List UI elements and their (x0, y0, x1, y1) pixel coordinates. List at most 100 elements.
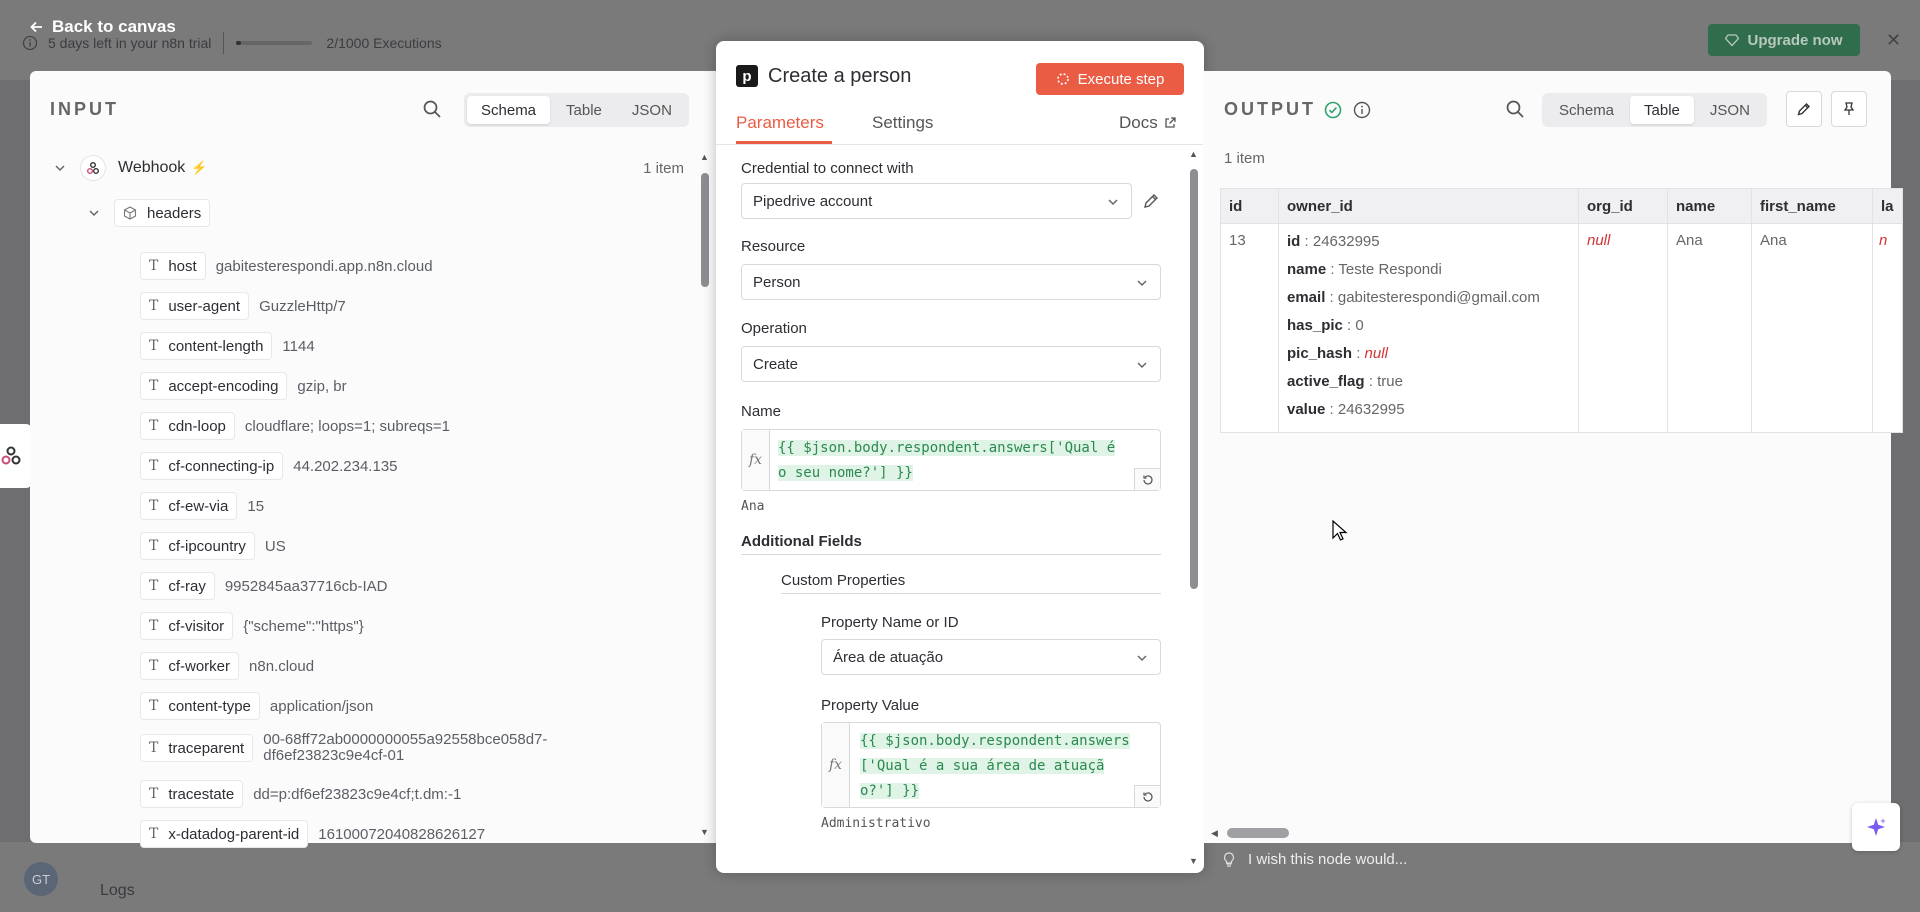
schema-row[interactable]: Tuser-agent GuzzleHttp/7 (140, 292, 346, 320)
field-key-pill[interactable]: Tcf-ray (140, 572, 215, 600)
field-key-pill[interactable]: Taccept-encoding (140, 372, 288, 400)
search-icon[interactable] (422, 99, 442, 119)
schema-row[interactable]: Tcf-ipcountry US (140, 532, 286, 560)
credential-value: Pipedrive account (753, 192, 873, 210)
text-type-icon: T (149, 538, 159, 554)
feedback-link[interactable]: I wish this node would... (1222, 851, 1407, 868)
field-value: n8n.cloud (249, 657, 315, 675)
ai-assistant-button[interactable] (1852, 803, 1900, 851)
schema-row[interactable]: Tcdn-loop cloudflare; loops=1; subreqs=1 (140, 412, 450, 440)
field-key: traceparent (168, 739, 245, 757)
input-view-tabs: Schema Table JSON (464, 93, 689, 127)
docs-link[interactable]: Docs (1119, 113, 1176, 133)
column-header[interactable]: first_name (1751, 188, 1873, 224)
schema-row[interactable]: Tcontent-type application/json (140, 692, 373, 720)
scroll-down-icon[interactable]: ▼ (700, 827, 709, 837)
field-key-pill[interactable]: Tcontent-length (140, 332, 273, 360)
input-scrollbar[interactable] (701, 173, 709, 287)
upgrade-button[interactable]: Upgrade now (1708, 24, 1860, 56)
resource-select[interactable]: Person (741, 264, 1161, 300)
name-expression-field[interactable]: fx {{ $json.body.respondent.answers['Qua… (741, 429, 1161, 491)
tab-json[interactable]: JSON (618, 96, 686, 124)
tab-schema[interactable]: Schema (467, 96, 551, 124)
text-type-icon: T (149, 418, 159, 434)
schema-row[interactable]: Thost gabitesterespondi.app.n8n.cloud (140, 252, 433, 280)
chevron-down-icon[interactable] (88, 207, 100, 219)
back-to-canvas-button[interactable]: Back to canvas (30, 17, 176, 37)
field-key-pill[interactable]: Tcf-ipcountry (140, 532, 255, 560)
schema-row[interactable]: Tcontent-length 1144 (140, 332, 315, 360)
edit-credential-icon[interactable] (1142, 192, 1160, 210)
edit-output-button[interactable] (1786, 91, 1822, 127)
output-horizontal-scrollbar[interactable] (1227, 828, 1289, 838)
lightbulb-icon (1222, 851, 1236, 868)
tab-parameters[interactable]: Parameters (736, 113, 824, 133)
schema-row[interactable]: Tcf-ray 9952845aa37716cb-IAD (140, 572, 387, 600)
field-key-pill[interactable]: Ttracestate (140, 780, 244, 808)
field-key-pill[interactable]: Tcontent-type (140, 692, 260, 720)
field-key: cf-ipcountry (168, 537, 246, 555)
reset-icon[interactable] (1134, 785, 1160, 807)
field-key-pill[interactable]: Tuser-agent (140, 292, 250, 320)
search-icon[interactable] (1505, 99, 1525, 119)
cell-first-name: Ana (1751, 223, 1873, 433)
tree-group-headers[interactable]: headers (88, 199, 211, 227)
scroll-down-icon[interactable]: ▼ (1189, 856, 1198, 866)
tab-settings[interactable]: Settings (872, 113, 933, 133)
scroll-up-icon[interactable]: ▲ (1189, 149, 1198, 159)
schema-row[interactable]: Tcf-visitor {"scheme":"https"} (140, 612, 364, 640)
logs-label[interactable]: Logs (100, 882, 135, 900)
group-label: headers (147, 204, 202, 222)
tab-table[interactable]: Table (1630, 96, 1694, 124)
field-key-pill[interactable]: Tcf-visitor (140, 612, 234, 640)
tab-schema[interactable]: Schema (1545, 96, 1628, 124)
close-icon[interactable]: ✕ (1886, 30, 1901, 51)
schema-row[interactable]: Tcf-connecting-ip 44.202.234.135 (140, 452, 398, 480)
field-value: GuzzleHttp/7 (259, 297, 346, 315)
operation-select[interactable]: Create (741, 346, 1161, 382)
column-header[interactable]: owner_id (1278, 188, 1579, 224)
schema-row[interactable]: Taccept-encoding gzip, br (140, 372, 347, 400)
text-type-icon: T (149, 740, 159, 756)
property-name-select[interactable]: Área de atuação (821, 639, 1161, 675)
scroll-up-icon[interactable]: ▲ (700, 152, 709, 162)
column-header[interactable]: id (1220, 188, 1279, 224)
back-label: Back to canvas (52, 17, 176, 36)
field-key-pill[interactable]: Tcdn-loop (140, 412, 235, 440)
scroll-left-icon[interactable]: ◀ (1211, 828, 1218, 839)
schema-row[interactable]: Ttracestate dd=p:df6ef23823c9e4cf;t.dm:-1 (140, 780, 461, 808)
chevron-down-icon (1107, 196, 1119, 208)
field-key-pill[interactable]: Tcf-worker (140, 652, 240, 680)
column-header[interactable]: name (1667, 188, 1752, 224)
field-key-pill[interactable]: Thost (140, 252, 206, 280)
column-header[interactable]: la (1872, 188, 1903, 224)
field-key-pill[interactable]: Tx-datadog-parent-id (140, 820, 309, 848)
text-type-icon: T (149, 578, 159, 594)
schema-row[interactable]: Tcf-worker n8n.cloud (140, 652, 314, 680)
credential-select[interactable]: Pipedrive account (741, 183, 1132, 219)
property-value-expression-field[interactable]: fx {{ $json.body.respondent.answers ['Qu… (821, 722, 1161, 808)
schema-row[interactable]: Tx-datadog-parent-id 16100072040828626127 (140, 820, 485, 848)
tab-json[interactable]: JSON (1696, 96, 1764, 124)
field-key-pill[interactable]: Tcf-ew-via (140, 492, 238, 520)
field-key-pill[interactable]: Ttraceparent (140, 734, 254, 762)
property-name-value: Área de atuação (833, 648, 944, 666)
chevron-down-icon[interactable] (54, 162, 66, 174)
schema-row[interactable]: Ttraceparent 00-68ff72ab0000000055a92558b… (140, 732, 547, 764)
info-icon[interactable] (1353, 101, 1371, 119)
owner-value: 24632995 (1337, 401, 1405, 418)
tab-table[interactable]: Table (552, 96, 616, 124)
root-label: Webhook (118, 159, 186, 176)
column-header[interactable]: org_id (1578, 188, 1668, 224)
node-title[interactable]: Create a person (768, 65, 911, 88)
field-key-pill[interactable]: Tcf-connecting-ip (140, 452, 284, 480)
schema-row[interactable]: Tcf-ew-via 15 (140, 492, 264, 520)
pin-button[interactable] (1831, 91, 1867, 127)
reset-icon[interactable] (1134, 468, 1160, 490)
success-check-icon (1324, 101, 1342, 119)
owner-value: 0 (1355, 317, 1364, 334)
node-scrollbar[interactable] (1190, 169, 1198, 589)
avatar[interactable]: GT (24, 862, 58, 896)
tree-root[interactable]: Webhook ⚡ 1 item (54, 155, 684, 181)
execute-step-button[interactable]: Execute step (1036, 63, 1184, 95)
